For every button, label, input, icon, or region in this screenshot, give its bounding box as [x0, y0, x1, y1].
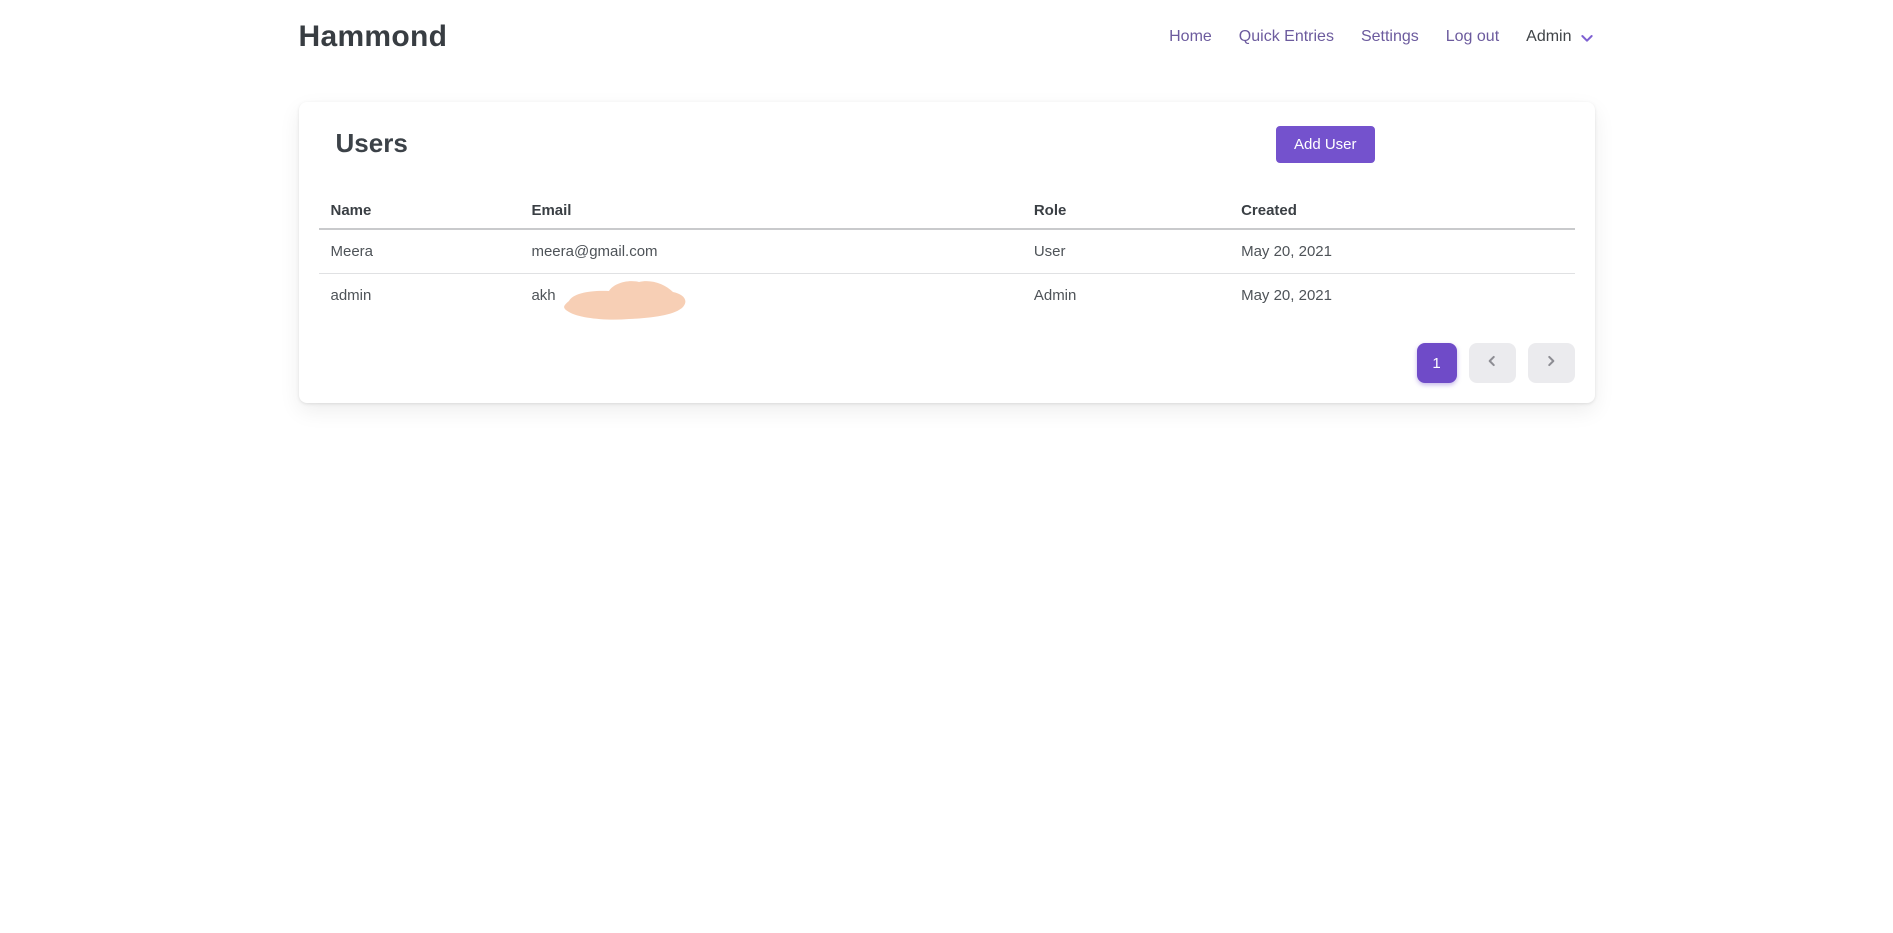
column-header-email: Email	[519, 193, 1021, 229]
add-user-button[interactable]: Add User	[1276, 126, 1375, 163]
pagination-page-1[interactable]: 1	[1417, 343, 1457, 383]
brand-logo[interactable]: Hammond	[299, 20, 448, 54]
column-header-role: Role	[1022, 193, 1229, 229]
nav-link-home[interactable]: Home	[1169, 28, 1212, 46]
cell-name: Meera	[319, 229, 520, 274]
column-header-name: Name	[319, 193, 520, 229]
user-menu[interactable]: Admin	[1526, 28, 1594, 46]
pagination-next-button[interactable]	[1528, 343, 1575, 383]
nav-link-settings[interactable]: Settings	[1361, 28, 1419, 46]
cell-email: meera@gmail.com	[519, 229, 1021, 274]
user-menu-label: Admin	[1526, 28, 1571, 46]
redaction-scribble	[557, 277, 695, 323]
cell-email: akh	[519, 274, 1021, 318]
table-row: admin akh Admin May 20, 2021	[319, 274, 1575, 318]
cell-created: May 20, 2021	[1229, 274, 1574, 318]
nav-link-quick-entries[interactable]: Quick Entries	[1239, 28, 1334, 46]
page: Hammond Home Quick Entries Settings Log …	[0, 0, 1893, 933]
nav-link-logout[interactable]: Log out	[1446, 28, 1499, 46]
cell-name: admin	[319, 274, 520, 318]
top-header: Hammond Home Quick Entries Settings Log …	[299, 0, 1595, 54]
users-table: Name Email Role Created Meera meera@gmai…	[319, 193, 1575, 317]
cell-role: Admin	[1022, 274, 1229, 318]
pagination: 1	[319, 343, 1575, 383]
chevron-right-icon	[1544, 354, 1558, 372]
chevron-down-icon	[1579, 28, 1595, 46]
users-card: Users Add User Name Email Role Created M…	[299, 102, 1595, 403]
table-header-row: Name Email Role Created	[319, 193, 1575, 229]
cell-role: User	[1022, 229, 1229, 274]
cell-email-text: akh	[531, 287, 555, 304]
main-nav: Home Quick Entries Settings Log out Admi…	[1169, 28, 1594, 46]
cell-created: May 20, 2021	[1229, 229, 1574, 274]
column-header-created: Created	[1229, 193, 1574, 229]
page-title: Users	[336, 128, 408, 159]
table-row: Meera meera@gmail.com User May 20, 2021	[319, 229, 1575, 274]
pagination-prev-button[interactable]	[1469, 343, 1516, 383]
chevron-left-icon	[1485, 354, 1499, 372]
users-card-header: Users Add User	[319, 126, 1575, 163]
